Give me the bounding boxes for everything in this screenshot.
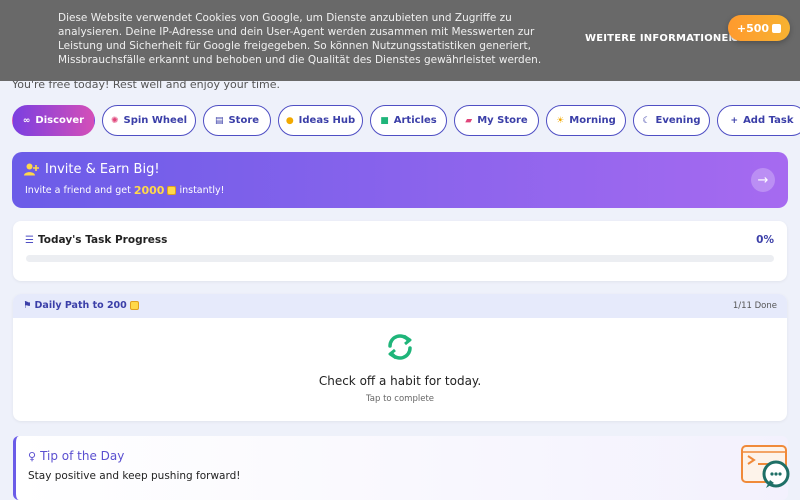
tip-message: Stay positive and keep pushing forward! <box>28 470 241 482</box>
lightbulb-icon: ♀ <box>28 449 37 463</box>
plus-icon: + <box>730 115 739 126</box>
store-icon: ▤ <box>214 115 224 126</box>
invite-banner[interactable]: Invite & Earn Big! Invite a friend and g… <box>12 152 788 208</box>
coin-icon <box>772 23 782 33</box>
nav-add-task[interactable]: + Add Task <box>717 105 800 136</box>
daily-path-title: ⚑ Daily Path to 200 <box>23 300 139 311</box>
page: You're free today! Rest well and enjoy y… <box>0 0 800 500</box>
nav-my-store[interactable]: ▰ My Store <box>454 105 539 136</box>
shop-icon: ▰ <box>465 115 473 126</box>
task-progress-bar <box>26 255 774 262</box>
lightbulb-icon: ● <box>285 115 294 126</box>
daily-path-hint: Tap to complete <box>365 394 435 404</box>
task-progress-percent: 0% <box>756 234 774 246</box>
nav-ideas-hub[interactable]: ● Ideas Hub <box>278 105 363 136</box>
sun-icon: ☀ <box>556 115 565 126</box>
daily-path-done-count: 1/11 Done <box>732 301 777 311</box>
nav-store[interactable]: ▤ Store <box>203 105 271 136</box>
more-info-link[interactable]: WEITERE INFORMATIONEN <box>585 33 737 44</box>
tip-card: ♀ Tip of the Day Stay positive and keep … <box>13 436 788 500</box>
chat-support-icon[interactable] <box>740 444 792 492</box>
invite-subtitle: Invite a friend and get 2000 instantly! <box>25 184 225 197</box>
nav-articles[interactable]: ■ Articles <box>370 105 447 136</box>
nav-morning[interactable]: ☀ Morning <box>546 105 626 136</box>
tip-title: ♀ Tip of the Day <box>28 449 125 463</box>
nav-evening[interactable]: ☾ Evening <box>633 105 710 136</box>
cookie-text: Diese Website verwendet Cookies von Goog… <box>58 12 542 66</box>
cookie-banner: Diese Website verwendet Cookies von Goog… <box>0 0 800 81</box>
category-nav: ∞ Discover ✺ Spin Wheel ▤ Store ● Ideas … <box>12 105 800 137</box>
arrow-right-icon[interactable]: → <box>751 168 775 192</box>
daily-path-card: ⚑ Daily Path to 200 1/11 Done Check off … <box>13 294 787 421</box>
daily-path-header: ⚑ Daily Path to 200 1/11 Done <box>13 294 787 318</box>
list-icon: ☰ <box>25 234 34 246</box>
refresh-icon[interactable] <box>385 332 415 362</box>
add-user-icon <box>24 163 39 176</box>
wheel-icon: ✺ <box>110 115 119 126</box>
nav-spin-wheel[interactable]: ✺ Spin Wheel <box>102 105 196 136</box>
signpost-icon: ⚑ <box>23 300 32 311</box>
book-icon: ■ <box>380 115 389 126</box>
nav-discover[interactable]: ∞ Discover <box>12 105 95 136</box>
invite-title: Invite & Earn Big! <box>24 162 160 177</box>
daily-path-message[interactable]: Check off a habit for today. <box>13 374 787 388</box>
coin-icon <box>167 186 177 195</box>
coin-icon <box>129 301 139 310</box>
infinity-icon: ∞ <box>22 115 31 126</box>
task-progress-label: ☰ Today's Task Progress <box>25 234 168 246</box>
invite-amount: 2000 <box>133 184 165 197</box>
task-progress-card: ☰ Today's Task Progress 0% <box>13 221 787 281</box>
moon-icon: ☾ <box>642 115 651 126</box>
points-badge[interactable]: +500 <box>728 15 790 41</box>
